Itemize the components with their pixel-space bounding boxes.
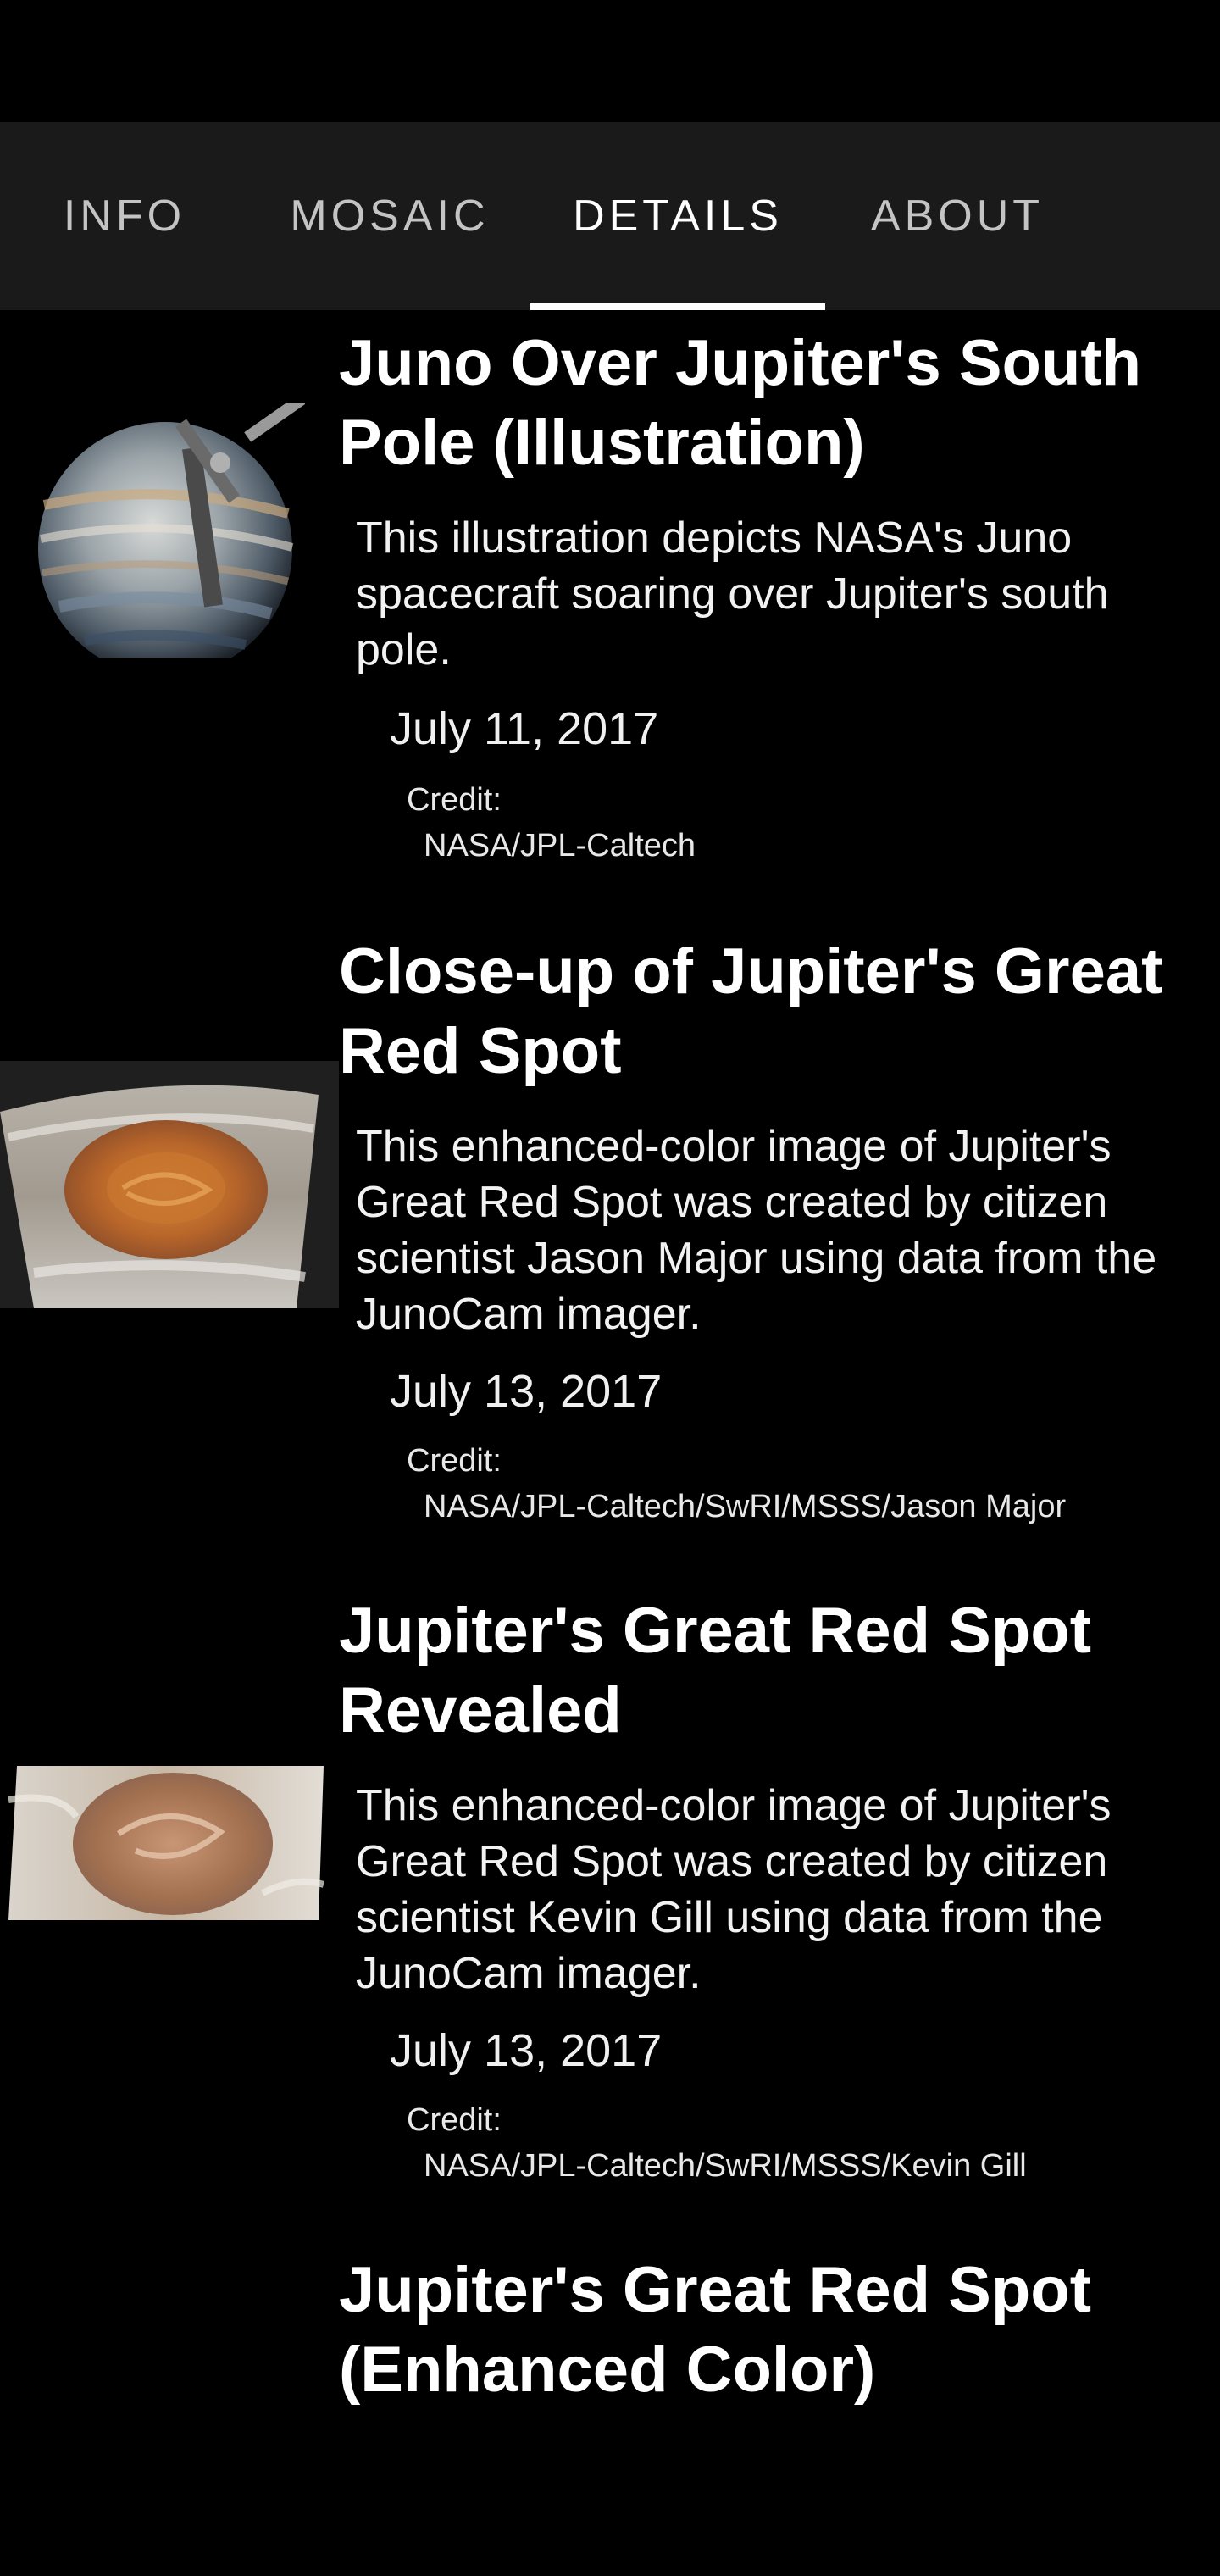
item-date: July 13, 2017 bbox=[390, 1366, 663, 1417]
tab-mosaic[interactable]: MOSAIC bbox=[271, 122, 508, 310]
item-description: This illustration depicts NASA's Juno sp… bbox=[356, 514, 1109, 675]
item-thumbnail[interactable] bbox=[34, 403, 305, 658]
item-date: July 11, 2017 bbox=[390, 703, 659, 754]
credit-label: Credit: bbox=[407, 1443, 502, 1479]
credit-label: Credit: bbox=[407, 2102, 502, 2138]
credit-value: NASA/JPL-Caltech/SwRI/MSSS/Jason Major bbox=[424, 1489, 1067, 1524]
item-thumbnail[interactable] bbox=[8, 1766, 324, 1920]
tab-details[interactable]: DETAILS bbox=[530, 122, 825, 310]
item-description: This enhanced-color image of Jupiter's G… bbox=[356, 1781, 1112, 1998]
credit-value: NASA/JPL-Caltech/SwRI/MSSS/Kevin Gill bbox=[424, 2148, 1027, 2184]
tab-info[interactable]: INFO bbox=[32, 122, 217, 310]
item-title[interactable]: Juno Over Jupiter's South Pole (Illustra… bbox=[339, 324, 1203, 483]
details-list[interactable]: Juno Over Jupiter's South Pole (Illustra… bbox=[0, 310, 1220, 2576]
item-title[interactable]: Jupiter's Great Red Spot (Enhanced Color… bbox=[339, 2251, 1203, 2410]
tab-bar: INFO MOSAIC DETAILS ABOUT bbox=[0, 122, 1220, 310]
item-title[interactable]: Close-up of Jupiter's Great Red Spot bbox=[339, 932, 1203, 1091]
item-description: This enhanced-color image of Jupiter's G… bbox=[356, 1122, 1157, 1339]
status-bar bbox=[0, 0, 1220, 122]
credit-value: NASA/JPL-Caltech bbox=[424, 828, 696, 863]
credit-label: Credit: bbox=[407, 782, 502, 818]
item-date: July 13, 2017 bbox=[390, 2025, 663, 2076]
item-thumbnail[interactable] bbox=[0, 1061, 339, 1308]
item-title[interactable]: Jupiter's Great Red Spot Revealed bbox=[339, 1591, 1203, 1751]
tab-active-indicator bbox=[530, 303, 825, 310]
tab-about[interactable]: ABOUT bbox=[844, 122, 1071, 310]
